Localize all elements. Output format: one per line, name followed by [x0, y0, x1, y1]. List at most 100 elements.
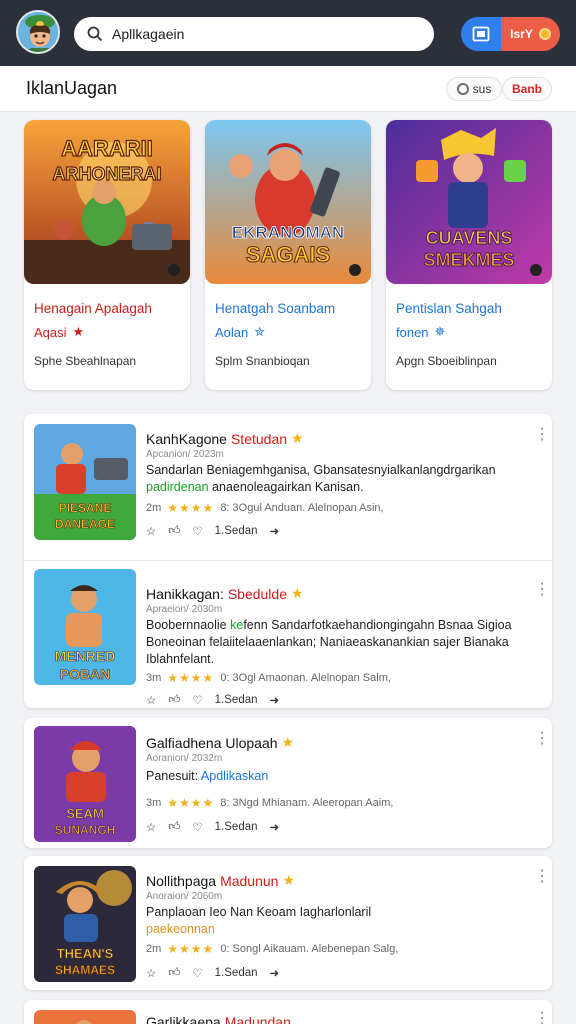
list-action-label[interactable]: 1.Sedan	[215, 821, 258, 833]
favorite-icon[interactable]: ☆	[146, 524, 156, 538]
search-icon	[87, 26, 103, 42]
comment-icon[interactable]: ♡	[192, 693, 202, 707]
share-icon[interactable]: ➜	[270, 966, 280, 980]
list-title-b: Stetudan	[230, 430, 288, 447]
page-header: IklanUagan sus Banb	[0, 66, 576, 112]
comment-icon[interactable]: ♡	[192, 820, 202, 834]
list-desc-a: Panplaoan Ieo Nan Keoam Iagharlonlaril	[146, 905, 372, 919]
svg-text:SAGAIS: SAGAIS	[246, 242, 330, 267]
comment-icon[interactable]: ♡	[192, 966, 202, 980]
featured-card[interactable]: CUAVENS SMEKMES Pentislan Sahgah fonen ✵…	[386, 120, 552, 390]
featured-art: CUAVENS SMEKMES	[386, 120, 552, 284]
page: IklanUagan sus Banb AARARII ARHONERAI He…	[0, 66, 576, 1024]
comment-icon[interactable]: ♡	[192, 524, 202, 538]
coins-button[interactable]: IsrY	[501, 17, 560, 51]
list-title: Nollithpaga Madunun ★	[146, 872, 295, 889]
like-icon[interactable]: 👍︎	[168, 966, 180, 980]
star-icon: ★	[72, 324, 85, 339]
svg-text:SEAM: SEAM	[66, 806, 104, 821]
list-desc: Panplaoan Ieo Nan Keoam Iagharlonlaril pa…	[146, 904, 516, 938]
star-icon: ★	[291, 585, 304, 601]
favorite-icon[interactable]: ☆	[146, 820, 156, 834]
list-desc-a: Panesuit:	[146, 769, 201, 783]
star-icon: ✮	[254, 324, 266, 339]
list-title-a: KanhKagone	[146, 430, 227, 447]
list-title-b: Sbedulde	[227, 585, 287, 602]
gear-icon: ✵	[434, 324, 446, 339]
list-action-label[interactable]: 1.Sedan	[215, 967, 258, 979]
more-menu-icon[interactable]: ⋮	[534, 582, 550, 598]
status-chip[interactable]: sus	[446, 77, 502, 101]
save-chip-label: Banb	[512, 82, 542, 96]
svg-text:AARARII: AARARII	[61, 136, 153, 161]
list-title: KanhKagone Stetudan ★	[146, 430, 304, 447]
page-title: IklanUagan	[26, 78, 118, 98]
share-icon[interactable]: ➜	[270, 693, 280, 707]
list-title-b: Madundan	[224, 1014, 291, 1024]
list-stats-a: 2m	[146, 943, 162, 955]
favorite-icon[interactable]: ☆	[146, 693, 156, 707]
favorite-icon[interactable]: ☆	[146, 966, 156, 980]
svg-text:POBAN: POBAN	[60, 666, 111, 682]
save-chip[interactable]: Banb	[502, 77, 552, 101]
featured-meta: Apgn Sboeiblinpan	[396, 354, 497, 368]
like-icon[interactable]: 👍︎	[168, 693, 180, 707]
more-menu-icon[interactable]: ⋮	[534, 1011, 550, 1024]
list-desc-highlight: Apdlikaskan	[200, 769, 269, 783]
top-bar: Apllkagaein IsrY	[0, 0, 576, 66]
list-title-a: Galfiadhena Ulopaah	[146, 734, 278, 751]
list-title: Garlikkaepa Madundan	[146, 1014, 291, 1024]
list-item[interactable]: Garlikkaepa Madundan ⋮	[24, 1000, 552, 1024]
svg-text:ARHONERAI: ARHONERAI	[52, 164, 161, 184]
featured-sub: Aqasi ★	[34, 324, 84, 340]
share-icon[interactable]: ➜	[270, 524, 280, 538]
list-desc-highlight: ke	[230, 618, 244, 632]
featured-title: Henatgah Soanbam	[215, 301, 336, 316]
rating-stars: ★★★★	[167, 796, 215, 810]
featured-card[interactable]: EKRANOMAN SAGAIS Henatgah Soanbam Aolan …	[205, 120, 371, 390]
more-menu-icon[interactable]: ⋮	[534, 869, 550, 885]
like-icon[interactable]: 👍︎	[168, 820, 180, 834]
list-action-label[interactable]: 1.Sedan	[215, 525, 258, 537]
more-menu-icon[interactable]: ⋮	[534, 427, 550, 443]
featured-card[interactable]: AARARII ARHONERAI Henagain Apalagah Aqas…	[24, 120, 190, 390]
search-bar[interactable]: Apllkagaein	[74, 17, 434, 51]
avatar[interactable]	[16, 10, 60, 54]
list-item[interactable]: SEAM SUNANGH Galfiadhena Ulopaah ★ Aoran…	[24, 718, 552, 848]
list-stats: 3m ★★★★ 8: 3Ngd Mhianam. Aleeropan Aaim,	[146, 796, 393, 810]
list-item[interactable]: PIESANE DANEAGE KanhKagone Stetudan ★ Ap…	[24, 414, 552, 560]
screen-button[interactable]	[461, 17, 501, 51]
list-sub: Aoranion/ 2032m	[146, 753, 223, 764]
list-thumb: PIESANE DANEAGE	[34, 424, 136, 540]
svg-text:MENRED: MENRED	[55, 648, 116, 664]
featured-sub-label: Aqasi	[34, 324, 67, 340]
list-action-label[interactable]: 1.Sedan	[215, 694, 258, 706]
list-stats-a: 3m	[146, 797, 162, 809]
list-card: Garlikkaepa Madundan ⋮	[24, 1000, 552, 1024]
svg-text:EKRANOMAN: EKRANOMAN	[232, 223, 344, 242]
list-stats: 3m ★★★★ 0: 3Ogl Amaonan. Alelnopan Salm,	[146, 671, 391, 685]
more-menu-icon[interactable]: ⋮	[534, 731, 550, 747]
star-icon: ★	[282, 872, 296, 888]
avatar-image	[18, 12, 58, 52]
like-icon[interactable]: 👍︎	[168, 524, 180, 538]
svg-text:SUNANGH: SUNANGH	[55, 823, 116, 837]
list-desc: Boobernnaolie kefenn Sandarfotkaehandion…	[146, 617, 516, 668]
list-thumb	[34, 1010, 136, 1024]
list-thumb: MENRED POBAN	[34, 569, 136, 685]
list-actions: ☆ 👍︎ ♡ 1.Sedan ➜	[146, 693, 279, 707]
featured-art: EKRANOMAN SAGAIS	[205, 120, 371, 284]
list-actions: ☆ 👍︎ ♡ 1.Sedan ➜	[146, 524, 279, 538]
svg-text:DANEAGE: DANEAGE	[55, 517, 115, 531]
list-item[interactable]: MENRED POBAN Hanikkagan: Sbedulde ★ Apra…	[24, 561, 552, 708]
list-item[interactable]: THEAN'S SHAMAES Nollithpaga Madunun ★ An…	[24, 856, 552, 990]
list-stats-b: 8: 3Ogul Anduan. Alelnopan Asin,	[220, 502, 384, 514]
featured-title: Pentislan Sahgah	[396, 301, 502, 316]
search-input[interactable]: Apllkagaein	[112, 26, 184, 42]
share-icon[interactable]: ➜	[270, 820, 280, 834]
list-title-a: Hanikkagan:	[146, 585, 224, 602]
featured-sub-label: fonen	[396, 324, 429, 340]
svg-text:PIESANE: PIESANE	[59, 501, 112, 515]
status-chip-label: sus	[472, 82, 492, 96]
list-desc-a: Boobernnaolie	[146, 618, 231, 632]
